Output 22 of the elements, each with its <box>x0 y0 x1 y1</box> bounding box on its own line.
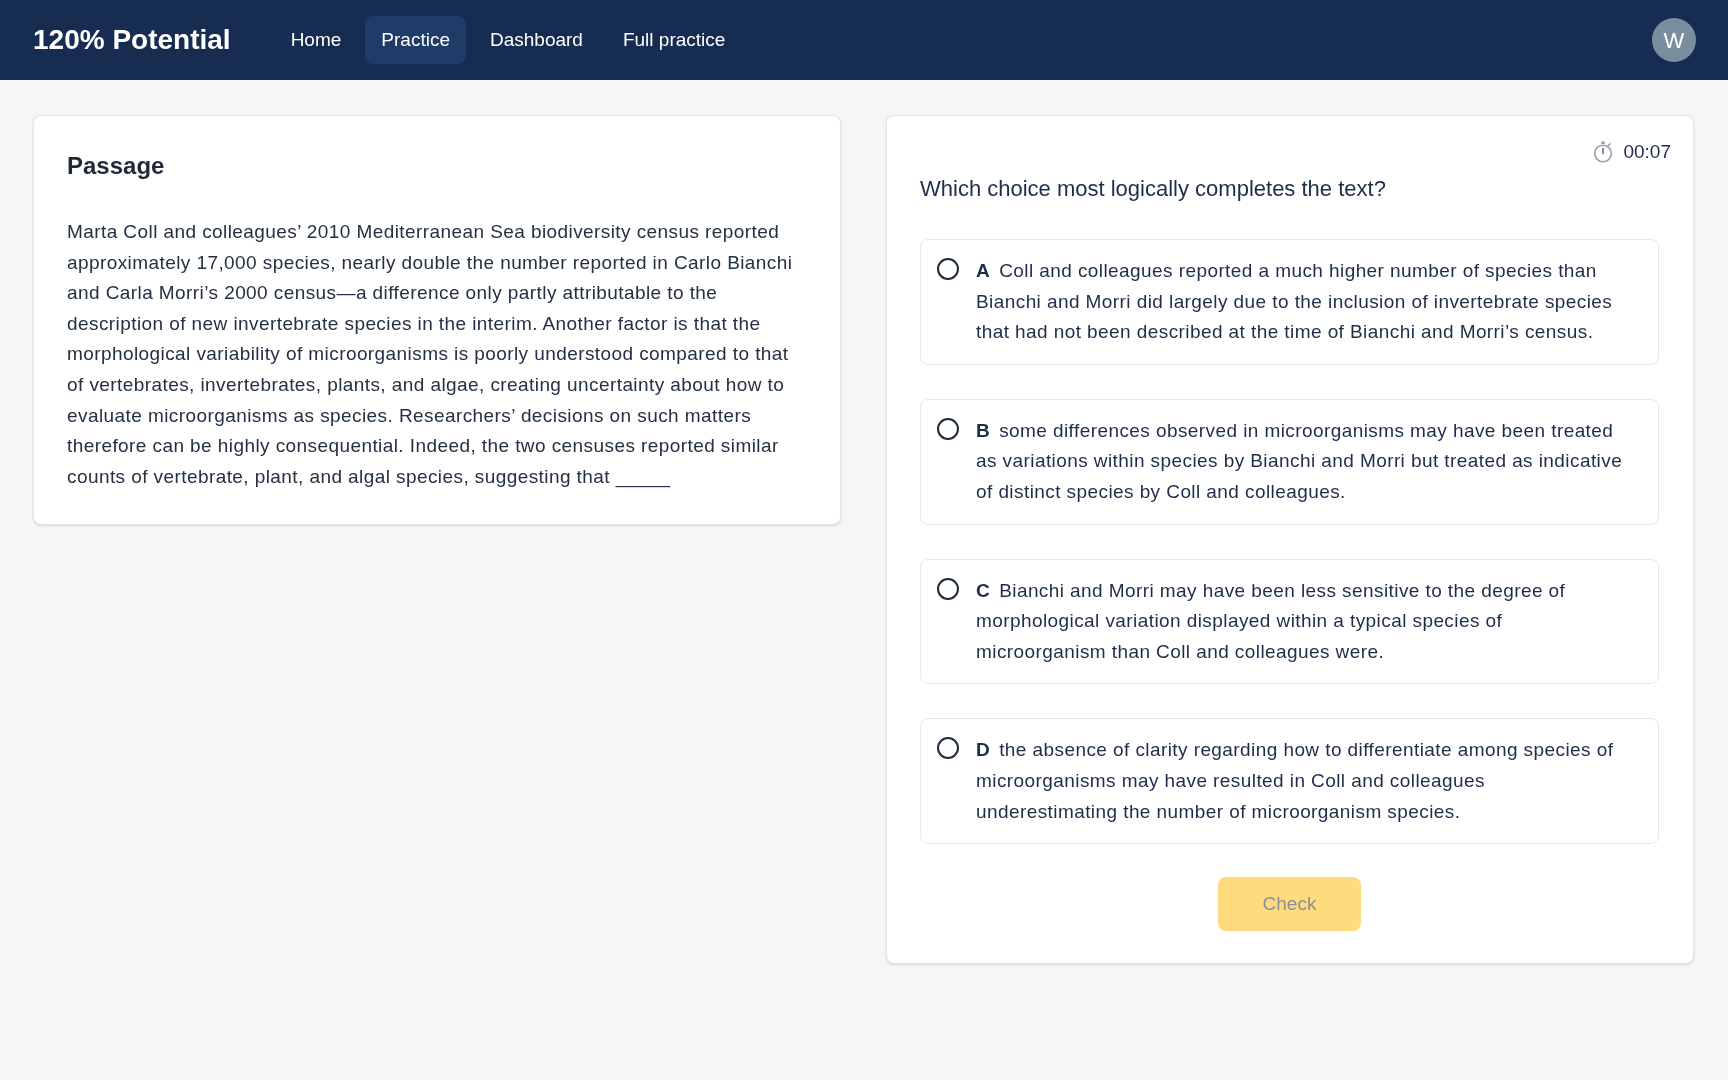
radio-button[interactable] <box>937 258 959 280</box>
option-text: C Bianchi and Morri may have been less sensitive to the degree of morphological variation displayed within a typical species of microorganism than Coll and colleagues were. <box>976 578 1567 664</box>
answer-option[interactable]: C Bianchi and Morri may have been less sensitive to the degree of morphological variation displayed within a typical species of microorganism than Coll and colleagues were. <box>920 558 1659 685</box>
answer-option[interactable]: D the absence of clarity regarding how to differentiate among species of microorganisms may have resulted in Coll and colleagues underestimating the number of microorganism species. <box>920 718 1659 845</box>
radio-button[interactable] <box>937 737 959 760</box>
nav-tab[interactable]: Practice <box>365 16 466 64</box>
radio-button[interactable] <box>937 577 959 600</box>
answer-option[interactable] <box>920 239 1659 365</box>
option-text: A Coll and colleagues reported a much higher number of species than Bianchi and Morri did largely due to the inclusion of invertebrate species that had not been described at the time of Bianchi and Morri’s census. <box>976 259 1614 345</box>
nav-tab[interactable]: Dashboard <box>473 16 599 64</box>
nav-tab[interactable]: Home <box>274 16 358 64</box>
option-text: B some differences observed in microorganisms may have been treated as variations within species by Bianchi and Morri but treated as indicative of distinct species by Coll and colleagues. <box>976 418 1624 504</box>
nav-tab[interactable]: Full practice <box>606 16 742 64</box>
timer-text: 00:07 <box>1623 139 1671 164</box>
passage-title: Passage <box>67 151 166 181</box>
radio-button[interactable] <box>937 417 959 440</box>
question-prompt: Which choice most logically completes the text? <box>920 175 1387 203</box>
stopwatch-icon <box>1593 141 1614 163</box>
logo-text[interactable]: 120% Potential <box>33 26 231 54</box>
answer-option[interactable]: B some differences observed in microorganisms may have been treated as variations within species by Bianchi and Morri but treated as indicative of distinct species by Coll and colleagues. <box>920 398 1659 525</box>
option-text: D the absence of clarity regarding how to differentiate among species of microorganisms may have resulted in Coll and colleagues underestimating the number of microorganism species. <box>976 738 1615 824</box>
passage-text: Marta Coll and colleagues’ 2010 Mediterranean Sea biodiversity census reported approximately 17,000 species, nearly double the number reported in Carlo Bianchi and Carla Morri’s 2000 census—a difference only partly attributable to the description of new invertebrate species in the interim. Another factor is that the morphological variability of microorganisms is poorly understood compared to that of vertebrates, invertebrates, plants, and algae, creating uncertainty about how to evaluate microorganisms as species. Researchers’ decisions on such matters therefore can be highly consequential. Indeed, the two censuses reported similar counts of vertebrate, plant, and algal species, suggesting that _____ <box>67 220 794 490</box>
